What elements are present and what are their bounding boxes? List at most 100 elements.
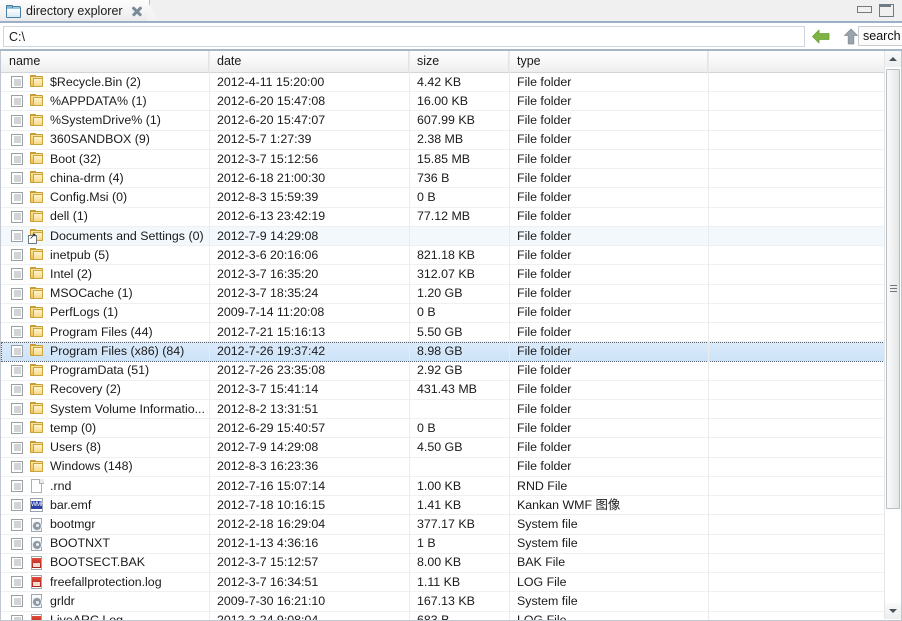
column-header-date[interactable]: date bbox=[209, 51, 409, 72]
back-arrow-icon[interactable] bbox=[810, 27, 832, 46]
cell-date: 2012-6-13 23:42:19 bbox=[217, 209, 326, 224]
row-checkbox[interactable] bbox=[11, 576, 23, 589]
table-row[interactable]: Intel (2) 2012-3-7 16:35:20 312.07 KB File … bbox=[1, 265, 885, 285]
bak-file-icon bbox=[29, 555, 45, 570]
table-row[interactable]: Windows (148) 2012-8-3 16:23:36 File folde… bbox=[1, 458, 885, 477]
folder-icon bbox=[29, 209, 45, 224]
cell-date: 2012-3-7 16:34:51 bbox=[217, 574, 319, 589]
table-row[interactable]: ProgramData (51) 2012-7-26 23:35:08 2.92 G… bbox=[1, 362, 885, 381]
row-checkbox[interactable] bbox=[11, 480, 23, 493]
row-checkbox[interactable] bbox=[11, 153, 23, 166]
cell-name: %APPDATA% (1) bbox=[1, 92, 209, 111]
table-row[interactable]: 360SANDBOX (9) 2012-5-7 1:27:39 2.38 MB Fil… bbox=[1, 131, 885, 150]
row-checkbox[interactable] bbox=[11, 537, 23, 550]
row-checkbox[interactable] bbox=[11, 422, 23, 435]
cell-extra bbox=[708, 207, 885, 226]
column-header-extra[interactable] bbox=[708, 51, 885, 72]
row-checkbox[interactable] bbox=[11, 460, 23, 473]
row-checkbox[interactable] bbox=[11, 364, 23, 377]
address-input[interactable] bbox=[3, 26, 805, 47]
cell-date: 2012-3-6 20:16:06 bbox=[217, 247, 319, 262]
cell-date: 2012-4-11 15:20:00 bbox=[217, 74, 325, 89]
table-row[interactable]: BOOTNXT 2012-1-13 4:36:16 1 B System file bbox=[1, 535, 885, 554]
cell-type: File folder bbox=[517, 113, 572, 128]
table-row[interactable]: WMF bar.emf 2012-7-18 10:16:15 1.41 KB Kanka… bbox=[1, 496, 885, 516]
row-checkbox[interactable] bbox=[11, 191, 23, 204]
table-row[interactable]: temp (0) 2012-6-29 15:40:57 0 B File folder bbox=[1, 419, 885, 439]
cell-name: %SystemDrive% (1) bbox=[1, 111, 209, 130]
table-row[interactable]: Documents and Settings (0) 2012-7-9 14:29… bbox=[1, 226, 885, 247]
row-checkbox[interactable] bbox=[11, 441, 23, 454]
row-checkbox[interactable] bbox=[11, 595, 23, 608]
cell-date: 2012-7-26 23:35:08 bbox=[217, 363, 326, 378]
column-header-size[interactable]: size bbox=[409, 51, 509, 72]
column-header-name[interactable]: name bbox=[1, 51, 209, 72]
row-checkbox[interactable] bbox=[11, 114, 23, 127]
table-row[interactable]: grldr 2009-7-30 16:21:10 167.13 KB System f… bbox=[1, 592, 885, 612]
table-row[interactable]: %SystemDrive% (1) 2012-6-20 15:47:07 607.9… bbox=[1, 111, 885, 131]
row-checkbox[interactable] bbox=[11, 287, 23, 300]
cell-type: BAK File bbox=[517, 555, 566, 570]
table-row[interactable]: Recovery (2) 2012-3-7 15:41:14 431.43 MB Fi… bbox=[1, 381, 885, 400]
close-icon[interactable] bbox=[130, 5, 143, 18]
table-row[interactable]: .rnd 2012-7-16 15:07:14 1.00 KB RND File bbox=[1, 477, 885, 497]
directory-explorer-window: directory explorer search bbox=[0, 0, 902, 621]
column-divider bbox=[409, 51, 410, 620]
search-button[interactable]: search bbox=[858, 26, 902, 46]
row-checkbox[interactable] bbox=[11, 326, 23, 339]
row-checkbox[interactable] bbox=[11, 499, 23, 512]
vertical-scroll-thumb[interactable] bbox=[886, 69, 900, 509]
table-row[interactable]: Program Files (44) 2012-7-21 15:16:13 5.50… bbox=[1, 323, 885, 343]
table-row[interactable]: PerfLogs (1) 2009-7-14 11:20:08 0 B File fo… bbox=[1, 304, 885, 324]
row-checkbox[interactable] bbox=[11, 556, 23, 569]
row-checkbox[interactable] bbox=[11, 172, 23, 185]
table-row[interactable]: china-drm (4) 2012-6-18 21:00:30 736 B File… bbox=[1, 169, 885, 189]
file-name: freefallprotection.log bbox=[50, 574, 162, 589]
row-checkbox[interactable] bbox=[11, 518, 23, 531]
table-row[interactable]: MSOCache (1) 2012-3-7 18:35:24 1.20 GB File… bbox=[1, 285, 885, 304]
row-checkbox[interactable] bbox=[11, 403, 23, 416]
scroll-up-icon[interactable] bbox=[885, 51, 901, 67]
table-row[interactable]: LiveARC.Log 2012-2-24 9:08:04 683 B LOG Fil… bbox=[1, 612, 885, 620]
table-row[interactable]: inetpub (5) 2012-3-6 20:16:06 821.18 KB Fil… bbox=[1, 246, 885, 266]
cell-size: 1.41 KB bbox=[417, 497, 462, 512]
scroll-down-icon[interactable] bbox=[885, 603, 901, 619]
table-row[interactable]: bootmgr 2012-2-18 16:29:04 377.17 KB System… bbox=[1, 515, 885, 535]
minimize-icon[interactable] bbox=[857, 4, 872, 15]
cell-extra bbox=[708, 477, 885, 496]
cell-type: File folder bbox=[517, 74, 572, 89]
vertical-scrollbar[interactable] bbox=[884, 51, 901, 619]
row-checkbox[interactable] bbox=[11, 230, 23, 242]
row-checkbox[interactable] bbox=[11, 345, 23, 358]
row-checkbox[interactable] bbox=[11, 306, 23, 319]
table-row[interactable]: System Volume Informatio... 2012-8-2 13:3… bbox=[1, 400, 885, 420]
table-row[interactable]: dell (1) 2012-6-13 23:42:19 77.12 MB File f… bbox=[1, 208, 885, 227]
file-name: temp (0) bbox=[50, 420, 97, 435]
column-header-type[interactable]: type bbox=[509, 51, 708, 72]
table-row[interactable]: Config.Msi (0) 2012-8-3 15:59:39 0 B File f… bbox=[1, 188, 885, 208]
tab-directory-explorer[interactable]: directory explorer bbox=[0, 0, 150, 22]
file-name: bootmgr bbox=[50, 517, 96, 532]
row-checkbox[interactable] bbox=[11, 95, 23, 108]
table-row[interactable]: %APPDATA% (1) 2012-6-20 15:47:08 16.00 KB F… bbox=[1, 92, 885, 112]
table-row[interactable]: $Recycle.Bin (2) 2012-4-11 15:20:00 4.42 K… bbox=[1, 73, 885, 93]
folder-icon bbox=[29, 171, 45, 185]
cell-date: 2012-3-7 15:41:14 bbox=[217, 382, 319, 397]
cell-size: 431.43 MB bbox=[417, 382, 477, 397]
table-row[interactable]: Users (8) 2012-7-9 14:29:08 4.50 GB File fo… bbox=[1, 438, 885, 458]
table-row[interactable]: freefallprotection.log 2012-3-7 16:34:51 1… bbox=[1, 573, 885, 593]
maximize-icon[interactable] bbox=[879, 4, 894, 17]
table-row[interactable]: Boot (32) 2012-3-7 15:12:56 15.85 MB File f… bbox=[1, 150, 885, 170]
row-checkbox[interactable] bbox=[11, 249, 23, 262]
row-checkbox[interactable] bbox=[11, 268, 23, 281]
row-checkbox[interactable] bbox=[11, 133, 23, 146]
table-row[interactable]: BOOTSECT.BAK 2012-3-7 15:12:57 8.00 KB BAK … bbox=[1, 554, 885, 574]
table-row[interactable]: Program Files (x86) (84) 2012-7-26 19:37:… bbox=[1, 342, 885, 362]
cell-size: 1 B bbox=[417, 536, 436, 551]
row-checkbox[interactable] bbox=[11, 383, 23, 396]
row-checkbox[interactable] bbox=[11, 614, 23, 620]
cell-type: Kankan WMF 图像 bbox=[517, 497, 621, 512]
cell-size: 8.00 KB bbox=[417, 555, 462, 570]
row-checkbox[interactable] bbox=[11, 76, 23, 89]
row-checkbox[interactable] bbox=[11, 210, 23, 223]
